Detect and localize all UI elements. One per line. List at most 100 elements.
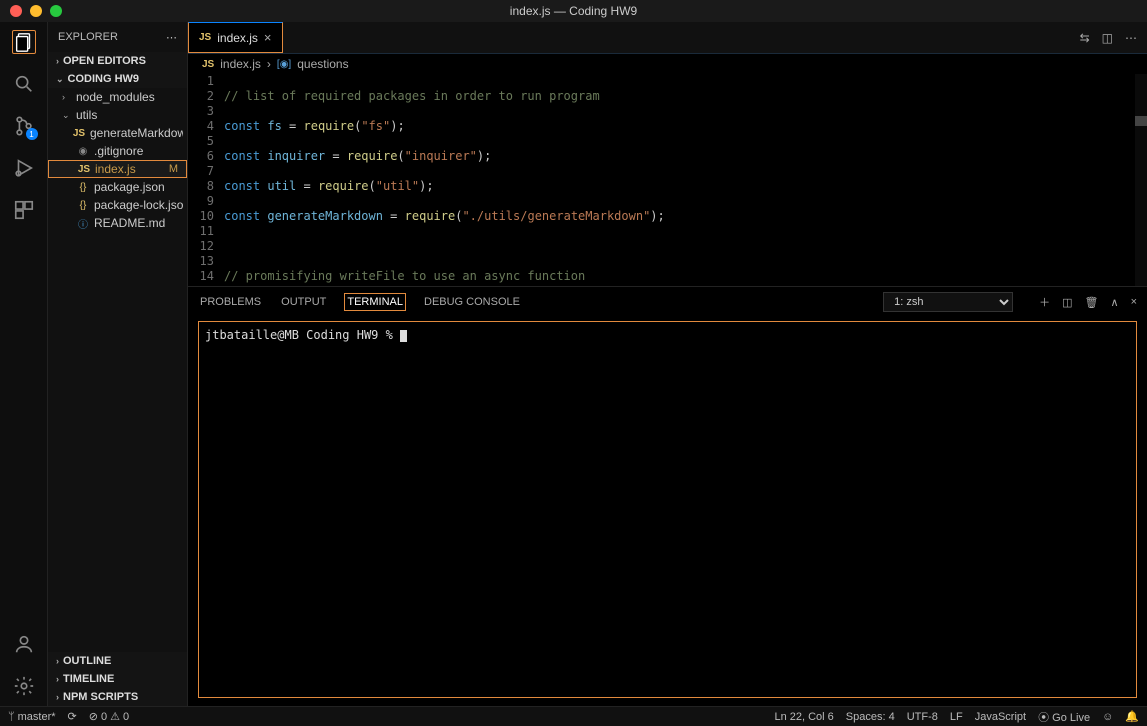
code-editor[interactable]: 1234567891011121314 // list of required … xyxy=(188,74,1147,286)
activity-bar: 1 xyxy=(0,22,48,706)
tree-file-package-json[interactable]: {} package.json xyxy=(48,178,187,196)
info-file-icon: ⓘ xyxy=(76,216,90,231)
breadcrumb[interactable]: JS index.js › [◉] questions xyxy=(188,54,1147,74)
new-terminal-icon[interactable]: ＋ xyxy=(1039,294,1050,310)
window-minimize-button[interactable] xyxy=(30,5,42,17)
window-close-button[interactable] xyxy=(10,5,22,17)
chevron-right-icon: › xyxy=(56,56,59,66)
search-icon[interactable] xyxy=(12,72,36,96)
explorer-icon[interactable] xyxy=(12,30,36,54)
settings-gear-icon[interactable] xyxy=(12,674,36,698)
feedback-icon[interactable]: ☺ xyxy=(1102,711,1113,723)
json-file-icon: {} xyxy=(76,200,90,211)
chevron-down-icon: ⌄ xyxy=(56,74,64,85)
folder-label: utils xyxy=(76,108,183,122)
js-file-icon: JS xyxy=(199,32,211,43)
tree-file-readme[interactable]: ⓘ README.md xyxy=(48,214,187,232)
minimap[interactable] xyxy=(1135,74,1147,286)
titlebar: index.js — Coding HW9 xyxy=(0,0,1147,22)
explorer-more-icon[interactable]: ⋯ xyxy=(166,31,177,44)
source-control-icon[interactable]: 1 xyxy=(12,114,36,138)
project-label: CODING HW9 xyxy=(68,73,140,85)
array-symbol-icon: [◉] xyxy=(277,59,291,70)
terminal-cursor xyxy=(400,330,407,342)
file-label: .gitignore xyxy=(94,144,183,158)
chevron-right-icon: › xyxy=(56,674,59,684)
json-file-icon: {} xyxy=(76,182,90,193)
chevron-right-icon: › xyxy=(267,57,271,71)
panel-tab-debug[interactable]: DEBUG CONSOLE xyxy=(422,294,522,310)
npm-label: NPM SCRIPTS xyxy=(63,691,138,703)
file-label: generateMarkdown.js xyxy=(90,126,183,140)
eol-status[interactable]: LF xyxy=(950,711,963,723)
split-terminal-icon[interactable]: ◫ xyxy=(1062,296,1072,309)
run-debug-icon[interactable] xyxy=(12,156,36,180)
outline-section[interactable]: › OUTLINE xyxy=(48,652,187,670)
language-mode[interactable]: JavaScript xyxy=(975,711,1026,723)
tab-label: index.js xyxy=(217,31,258,45)
tree-file-generate-markdown[interactable]: JS generateMarkdown.js xyxy=(48,124,187,142)
chevron-right-icon: › xyxy=(62,92,72,102)
sync-icon[interactable]: ⟳ xyxy=(68,710,77,723)
indentation-status[interactable]: Spaces: 4 xyxy=(846,711,895,723)
traffic-lights xyxy=(0,5,62,17)
status-bar: ᛘ master* ⟳ ⊘ 0 ⚠ 0 Ln 22, Col 6 Spaces:… xyxy=(0,706,1147,726)
close-tab-icon[interactable]: × xyxy=(264,30,272,45)
code-body[interactable]: // list of required packages in order to… xyxy=(224,74,1147,286)
breadcrumb-file: index.js xyxy=(220,57,261,71)
editor-area: JS index.js × ⇆ ◫ ⋯ JS index.js › [◉] qu… xyxy=(188,22,1147,706)
window-maximize-button[interactable] xyxy=(50,5,62,17)
tree-file-index-js[interactable]: JS index.js M xyxy=(48,160,187,178)
explorer-title: EXPLORER xyxy=(58,31,118,43)
panel-tab-terminal[interactable]: TERMINAL xyxy=(344,293,406,311)
js-file-icon: JS xyxy=(72,128,86,139)
extensions-icon[interactable] xyxy=(12,198,36,222)
more-actions-icon[interactable]: ⋯ xyxy=(1125,31,1137,45)
window-title: index.js — Coding HW9 xyxy=(510,4,637,18)
git-branch-status[interactable]: ᛘ master* xyxy=(8,711,56,723)
notifications-icon[interactable]: 🔔 xyxy=(1125,710,1139,723)
encoding-status[interactable]: UTF-8 xyxy=(907,711,938,723)
branch-name: master* xyxy=(18,711,56,723)
maximize-panel-icon[interactable]: ∧ xyxy=(1111,296,1119,309)
tree-file-gitignore[interactable]: ◉ .gitignore xyxy=(48,142,187,160)
account-icon[interactable] xyxy=(12,632,36,656)
open-editors-label: OPEN EDITORS xyxy=(63,55,146,67)
close-panel-icon[interactable]: × xyxy=(1131,296,1137,308)
file-label: package-lock.json xyxy=(94,198,183,212)
bottom-panel: PROBLEMS OUTPUT TERMINAL DEBUG CONSOLE 1… xyxy=(188,286,1147,706)
file-label: package.json xyxy=(94,180,183,194)
go-live-button[interactable]: ⦿ Go Live xyxy=(1038,709,1090,725)
folder-label: node_modules xyxy=(76,90,183,104)
timeline-label: TIMELINE xyxy=(63,673,114,685)
project-section[interactable]: ⌄ CODING HW9 xyxy=(48,70,187,88)
problems-status[interactable]: ⊘ 0 ⚠ 0 xyxy=(89,710,129,723)
compare-changes-icon[interactable]: ⇆ xyxy=(1080,31,1090,45)
panel-tab-output[interactable]: OUTPUT xyxy=(279,294,328,310)
tree-file-package-lock[interactable]: {} package-lock.json xyxy=(48,196,187,214)
terminal-body[interactable]: jtbataille@MB Coding HW9 % xyxy=(198,321,1137,698)
panel-tab-problems[interactable]: PROBLEMS xyxy=(198,294,263,310)
terminal-select[interactable]: 1: zsh xyxy=(883,292,1013,312)
kill-terminal-icon[interactable]: 🗑 xyxy=(1085,296,1099,309)
code-line: // list of required packages in order to… xyxy=(224,89,600,103)
minimap-viewport[interactable] xyxy=(1135,116,1147,126)
tree-folder-node-modules[interactable]: › node_modules xyxy=(48,88,187,106)
tree-folder-utils[interactable]: ⌄ utils xyxy=(48,106,187,124)
timeline-section[interactable]: › TIMELINE xyxy=(48,670,187,688)
file-icon: ◉ xyxy=(76,146,90,157)
file-label: index.js xyxy=(95,162,165,176)
chevron-down-icon: ⌄ xyxy=(62,110,72,121)
npm-scripts-section[interactable]: › NPM SCRIPTS xyxy=(48,688,187,706)
open-editors-section[interactable]: › OPEN EDITORS xyxy=(48,52,187,70)
chevron-right-icon: › xyxy=(56,656,59,666)
breadcrumb-symbol: questions xyxy=(297,57,348,71)
tab-index-js[interactable]: JS index.js × xyxy=(188,22,283,53)
explorer-sidebar: EXPLORER ⋯ › OPEN EDITORS ⌄ CODING HW9 ›… xyxy=(48,22,188,706)
tab-bar: JS index.js × ⇆ ◫ ⋯ xyxy=(188,22,1147,54)
cursor-position[interactable]: Ln 22, Col 6 xyxy=(774,711,833,723)
split-editor-icon[interactable]: ◫ xyxy=(1102,31,1113,45)
js-file-icon: JS xyxy=(77,164,91,175)
file-tree: › node_modules ⌄ utils JS generateMarkdo… xyxy=(48,88,187,652)
terminal-prompt: jtbataille@MB Coding HW9 % xyxy=(205,328,400,342)
